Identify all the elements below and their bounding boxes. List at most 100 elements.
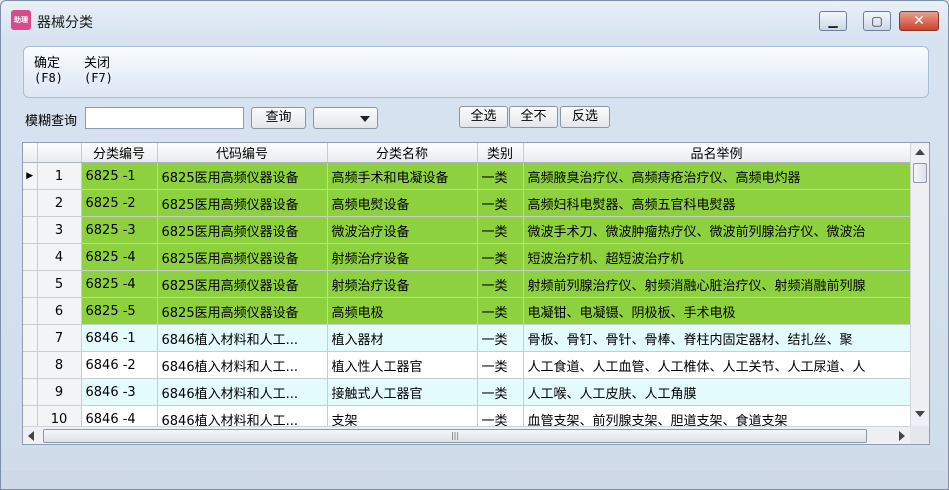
cell-examples[interactable]: 人工喉、人工皮肤、人工角膜	[523, 378, 911, 406]
cell-class[interactable]: 一类	[477, 378, 524, 406]
cell-category-name[interactable]: 接触式人工器官	[327, 378, 478, 406]
cell-category-name[interactable]: 射频治疗设备	[327, 243, 478, 271]
cell-class[interactable]: 一类	[477, 297, 524, 325]
row-indicator[interactable]: ▶	[23, 162, 38, 190]
cell-category-code[interactable]: 6825 -1	[81, 162, 158, 190]
cell-code-number[interactable]: 6825医用高频仪器设备	[157, 297, 328, 325]
cell-category-name[interactable]: 高频电熨设备	[327, 189, 478, 217]
row-number[interactable]: 1	[37, 162, 82, 190]
cell-category-code[interactable]: 6825 -3	[81, 216, 158, 244]
header-category-name[interactable]: 分类名称	[327, 143, 478, 163]
cell-examples[interactable]: 高频妇科电熨器、高频五官科电熨器	[523, 189, 911, 217]
cell-category-code[interactable]: 6825 -5	[81, 297, 158, 325]
cell-code-number[interactable]: 6825医用高频仪器设备	[157, 243, 328, 271]
row-number[interactable]: 9	[37, 378, 82, 406]
cell-category-name[interactable]: 植入性人工器官	[327, 351, 478, 379]
cell-category-name[interactable]: 植入器材	[327, 324, 478, 352]
table-row[interactable]: 5 6825 -4 6825医用高频仪器设备 射频治疗设备 一类 射频前列腺治疗仪、射频消…	[23, 270, 911, 298]
header-code-number[interactable]: 代码编号	[157, 143, 328, 163]
row-indicator[interactable]	[23, 270, 38, 298]
row-indicator[interactable]	[23, 351, 38, 379]
cell-class[interactable]: 一类	[477, 270, 524, 298]
cell-category-name[interactable]: 高频电极	[327, 297, 478, 325]
cell-category-name[interactable]: 高频手术和电凝设备	[327, 162, 478, 190]
cell-class[interactable]: 一类	[477, 351, 524, 379]
close-window-button[interactable]: ✕	[899, 11, 939, 31]
cell-code-number[interactable]: 6846植入材料和人工...	[157, 324, 328, 352]
cell-examples[interactable]: 高频腋臭治疗仪、高频痔疮治疗仪、高频电灼器	[523, 162, 911, 190]
cell-examples[interactable]: 射频前列腺治疗仪、射频消融心脏治疗仪、射频消融前列腺	[523, 270, 911, 298]
table-row[interactable]: 2 6825 -2 6825医用高频仪器设备 高频电熨设备 一类 高频妇科电熨器、高频五官…	[23, 189, 911, 217]
title-bar[interactable]: 助理 器械分类 ▁ ▢ ✕	[1, 1, 948, 39]
table-row[interactable]: 4 6825 -4 6825医用高频仪器设备 射频治疗设备 一类 短波治疗机、超短波治疗机	[23, 243, 911, 271]
row-indicator[interactable]	[23, 324, 38, 352]
cell-code-number[interactable]: 6825医用高频仪器设备	[157, 162, 328, 190]
category-grid[interactable]: 分类编号 代码编号 分类名称 类别 品名举例 ▶ 1 6825 -1 6825医用高频…	[22, 142, 930, 445]
table-row[interactable]: 3 6825 -3 6825医用高频仪器设备 微波治疗设备 一类 微波手术刀、微波肿瘤热疗…	[23, 216, 911, 244]
cell-code-number[interactable]: 6825医用高频仪器设备	[157, 189, 328, 217]
vertical-scrollbar[interactable]	[910, 143, 929, 426]
row-number[interactable]: 3	[37, 216, 82, 244]
cell-class[interactable]: 一类	[477, 324, 524, 352]
header-class[interactable]: 类别	[477, 143, 524, 163]
row-indicator[interactable]	[23, 297, 38, 325]
row-number[interactable]: 2	[37, 189, 82, 217]
table-row[interactable]: 6 6825 -5 6825医用高频仪器设备 高频电极 一类 电凝钳、电凝镊、阴极板、手…	[23, 297, 911, 325]
maximize-button[interactable]: ▢	[863, 11, 891, 31]
scroll-left-icon[interactable]	[28, 431, 34, 441]
cell-code-number[interactable]: 6825医用高频仪器设备	[157, 216, 328, 244]
scroll-up-icon[interactable]	[915, 149, 925, 155]
cell-examples[interactable]: 电凝钳、电凝镊、阴极板、手术电极	[523, 297, 911, 325]
search-input[interactable]	[85, 107, 244, 129]
cell-code-number[interactable]: 6825医用高频仪器设备	[157, 270, 328, 298]
table-row[interactable]: ▶ 1 6825 -1 6825医用高频仪器设备 高频手术和电凝设备 一类 高频腋臭治疗仪、…	[23, 162, 911, 190]
table-row[interactable]: 8 6846 -2 6846植入材料和人工... 植入性人工器官 一类 人工食道、人工血管…	[23, 351, 911, 379]
table-row[interactable]: 7 6846 -1 6846植入材料和人工... 植入器材 一类 骨板、骨钉、骨针、骨棒、…	[23, 324, 911, 352]
cell-category-code[interactable]: 6846 -3	[81, 378, 158, 406]
cell-category-code[interactable]: 6846 -2	[81, 351, 158, 379]
cell-category-code[interactable]: 6825 -4	[81, 243, 158, 271]
cell-category-code[interactable]: 6846 -1	[81, 324, 158, 352]
horizontal-scroll-thumb[interactable]: |||	[43, 429, 867, 443]
close-button[interactable]: 关闭 (F7)	[84, 56, 113, 86]
row-indicator[interactable]	[23, 189, 38, 217]
cell-examples[interactable]: 人工食道、人工血管、人工椎体、人工关节、人工尿道、人	[523, 351, 911, 379]
minimize-button[interactable]: ▁	[819, 11, 847, 31]
cell-category-name[interactable]: 微波治疗设备	[327, 216, 478, 244]
select-none-button[interactable]: 全不	[509, 106, 558, 128]
invert-selection-button[interactable]: 反选	[560, 106, 610, 128]
cell-class[interactable]: 一类	[477, 216, 524, 244]
cell-code-number[interactable]: 6846植入材料和人工...	[157, 351, 328, 379]
confirm-button[interactable]: 确定 (F8)	[34, 56, 63, 86]
row-number[interactable]: 4	[37, 243, 82, 271]
cell-category-code[interactable]: 6825 -4	[81, 270, 158, 298]
cell-class[interactable]: 一类	[477, 243, 524, 271]
row-indicator[interactable]	[23, 378, 38, 406]
header-examples[interactable]: 品名举例	[523, 143, 911, 163]
row-indicator[interactable]	[23, 243, 38, 271]
filter-dropdown[interactable]	[313, 107, 378, 129]
select-all-button[interactable]: 全选	[459, 106, 508, 128]
cell-examples[interactable]: 微波手术刀、微波肿瘤热疗仪、微波前列腺治疗仪、微波治	[523, 216, 911, 244]
row-number[interactable]: 5	[37, 270, 82, 298]
row-number[interactable]: 6	[37, 297, 82, 325]
row-number[interactable]: 8	[37, 351, 82, 379]
cell-category-code[interactable]: 6825 -2	[81, 189, 158, 217]
close-shortcut: (F7)	[84, 71, 113, 85]
category-table: 分类编号 代码编号 分类名称 类别 品名举例 ▶ 1 6825 -1 6825医用高频…	[23, 143, 911, 433]
vertical-scroll-thumb[interactable]	[913, 163, 927, 183]
cell-class[interactable]: 一类	[477, 189, 524, 217]
table-row[interactable]: 9 6846 -3 6846植入材料和人工... 接触式人工器官 一类 人工喉、人工皮肤、…	[23, 378, 911, 406]
horizontal-scrollbar[interactable]: |||	[23, 426, 910, 444]
cell-examples[interactable]: 短波治疗机、超短波治疗机	[523, 243, 911, 271]
query-button[interactable]: 查询	[251, 107, 306, 129]
cell-class[interactable]: 一类	[477, 162, 524, 190]
cell-examples[interactable]: 骨板、骨钉、骨针、骨棒、脊柱内固定器材、结扎丝、聚	[523, 324, 911, 352]
scroll-right-icon[interactable]	[899, 431, 905, 441]
header-category-code[interactable]: 分类编号	[81, 143, 158, 163]
cell-category-name[interactable]: 射频治疗设备	[327, 270, 478, 298]
scroll-down-icon[interactable]	[915, 411, 925, 417]
row-indicator[interactable]	[23, 216, 38, 244]
cell-code-number[interactable]: 6846植入材料和人工...	[157, 378, 328, 406]
row-number[interactable]: 7	[37, 324, 82, 352]
